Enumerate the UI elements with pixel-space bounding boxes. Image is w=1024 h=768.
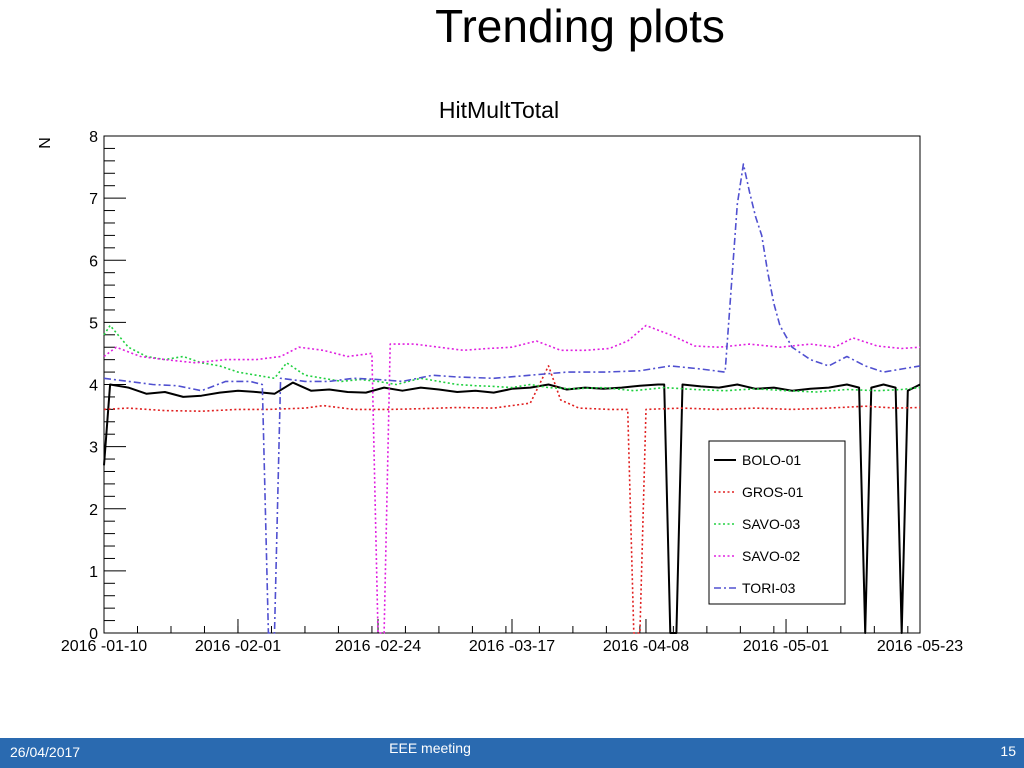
y-axis-label: N	[37, 137, 54, 149]
y-tick-label: 1	[89, 564, 98, 581]
legend-label: GROS-01	[742, 484, 804, 500]
hitmult-chart: HitMultTotalN0123456782016 -01-10 2016 -0…	[37, 97, 963, 655]
legend-label: SAVO-03	[742, 516, 800, 532]
y-tick-label: 6	[89, 253, 98, 270]
x-tick-label: 2016 -01-10	[61, 638, 147, 655]
x-tick-label: 2016 -02-01	[195, 638, 281, 655]
page-number: 15	[1000, 743, 1016, 759]
y-tick-label: 8	[89, 129, 98, 146]
x-tick-label: 2016 -05-01	[743, 638, 829, 655]
legend-label: BOLO-01	[742, 452, 801, 468]
x-tick-label: 2016 -02-24	[335, 638, 421, 655]
legend-label: TORI-03	[742, 580, 796, 596]
x-tick-label: 2016 -05-23	[877, 638, 963, 655]
y-tick-label: 5	[89, 315, 98, 332]
footer-bar: 26/04/2017 EEE meeting 15	[0, 738, 1024, 768]
y-tick-label: 2	[89, 502, 98, 519]
footer-title: EEE meeting	[389, 740, 471, 756]
y-tick-label: 7	[89, 191, 98, 208]
y-tick-label: 3	[89, 440, 98, 457]
y-tick-label: 4	[89, 378, 98, 395]
x-tick-label: 2016 -04-08	[603, 638, 689, 655]
legend-label: SAVO-02	[742, 548, 800, 564]
x-tick-label: 2016 -03-17	[469, 638, 555, 655]
chart-title: HitMultTotal	[439, 97, 559, 123]
